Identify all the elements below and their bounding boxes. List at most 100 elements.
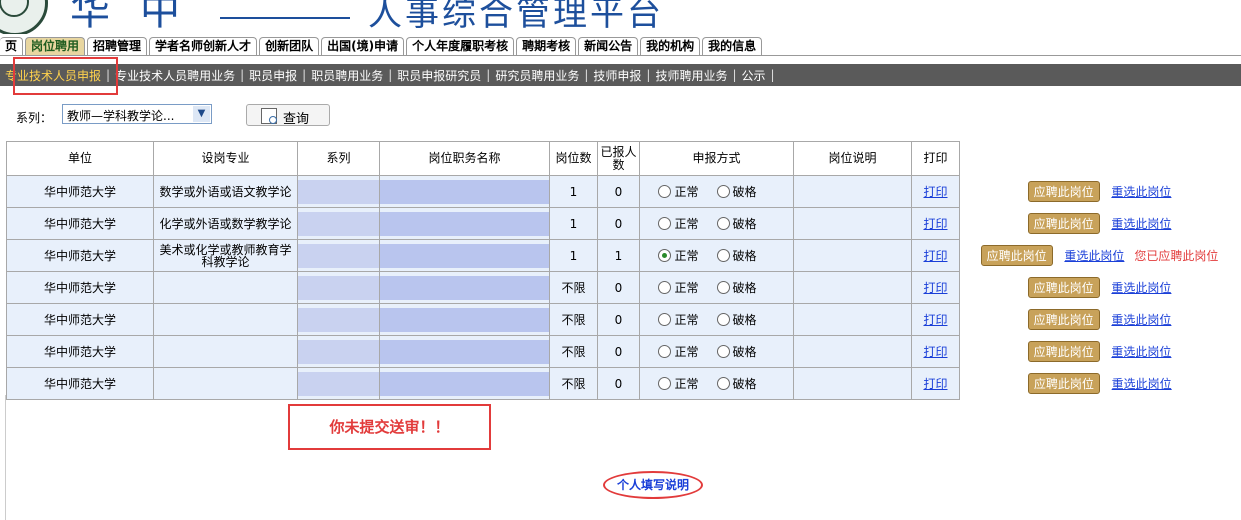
- table-row: 华中师范大学 化学或外语或数学教学论 1 0 正常 破格 打印 应聘此岗位 重选此岗位: [6, 207, 1240, 240]
- cell-series-redacted: [297, 303, 380, 336]
- tab-my-org[interactable]: 我的机构: [640, 37, 701, 55]
- radio-special[interactable]: [716, 217, 730, 230]
- cell-mode: 正常 破格: [639, 239, 794, 272]
- reselect-post-link[interactable]: 重选此岗位: [1112, 377, 1172, 391]
- print-link[interactable]: 打印: [923, 345, 947, 359]
- university-logo-icon: [0, 0, 48, 34]
- cell-count: 1: [549, 239, 598, 272]
- cell-series-redacted: [297, 367, 380, 400]
- print-link[interactable]: 打印: [923, 377, 947, 391]
- header-print: 打印: [911, 141, 960, 176]
- radio-normal-label: 正常: [674, 281, 699, 295]
- post-table: 单位 设岗专业 系列 岗位职务名称 岗位数 已报人数 申报方式 岗位说明 打印 …: [6, 141, 1240, 400]
- tab-my-info[interactable]: 我的信息: [702, 37, 763, 55]
- header-major: 设岗专业: [153, 141, 298, 176]
- tab-job-appointment[interactable]: 岗位聘用: [25, 37, 86, 55]
- subnav-researcher-business[interactable]: 研究员聘用业务: [490, 67, 584, 84]
- radio-normal[interactable]: [658, 217, 672, 230]
- tab-annual-review[interactable]: 个人年度履职考核: [406, 37, 515, 55]
- apply-post-button[interactable]: 应聘此岗位: [1027, 309, 1100, 330]
- radio-normal[interactable]: [658, 185, 672, 198]
- cell-post-redacted[interactable]: [379, 271, 550, 304]
- redacted-block: [380, 307, 549, 332]
- cell-unit: 华中师范大学: [6, 271, 154, 304]
- apply-post-button[interactable]: 应聘此岗位: [1027, 373, 1100, 394]
- radio-special[interactable]: [716, 377, 730, 390]
- radio-normal[interactable]: [658, 249, 672, 262]
- subnav-staff-apply[interactable]: 职员申报: [244, 67, 302, 84]
- tab-talent[interactable]: 学者名师创新人才: [149, 37, 258, 55]
- left-border-line: [5, 395, 6, 520]
- major-text: 美术或化学或教师教育学科教学论: [159, 242, 292, 269]
- radio-special[interactable]: [716, 185, 730, 198]
- radio-special[interactable]: [716, 281, 730, 294]
- cell-series-redacted: [297, 271, 380, 304]
- print-link[interactable]: 打印: [923, 313, 947, 327]
- reselect-post-link[interactable]: 重选此岗位: [1064, 249, 1124, 263]
- cell-mode: 正常 破格: [639, 207, 794, 240]
- cell-desc: [793, 335, 912, 368]
- radio-normal[interactable]: [658, 313, 672, 326]
- cell-post-redacted[interactable]: [379, 175, 550, 208]
- reselect-post-link[interactable]: 重选此岗位: [1111, 185, 1171, 199]
- apply-post-button[interactable]: 应聘此岗位: [1027, 277, 1100, 298]
- redacted-block: [298, 275, 379, 300]
- tab-recruitment[interactable]: 招聘管理: [87, 37, 148, 55]
- cell-post-redacted[interactable]: [379, 303, 550, 336]
- reselect-post-link[interactable]: 重选此岗位: [1111, 281, 1171, 295]
- cell-desc: [793, 271, 912, 304]
- radio-normal-label: 正常: [674, 217, 699, 231]
- redacted-block: [298, 211, 379, 236]
- radio-normal[interactable]: [658, 281, 672, 294]
- print-link[interactable]: 打印: [923, 185, 947, 199]
- redacted-block: [380, 371, 549, 396]
- radio-normal[interactable]: [658, 345, 672, 358]
- personal-fill-instructions-link[interactable]: 个人填写说明: [603, 471, 703, 499]
- subnav-staff-business[interactable]: 职员聘用业务: [306, 67, 388, 84]
- cell-post-redacted[interactable]: [379, 239, 550, 272]
- cell-count: 不限: [549, 335, 598, 368]
- main-nav: 页 岗位聘用 招聘管理 学者名师创新人才 创新团队 出国(境)申请 个人年度履职…: [0, 35, 1241, 56]
- cell-post-redacted[interactable]: [379, 367, 550, 400]
- query-button[interactable]: 查询: [246, 104, 330, 127]
- tab-home[interactable]: 页: [0, 37, 24, 55]
- tab-term-review[interactable]: 聘期考核: [516, 37, 577, 55]
- print-link[interactable]: 打印: [923, 249, 947, 263]
- tab-news[interactable]: 新闻公告: [578, 37, 639, 55]
- reselect-post-link[interactable]: 重选此岗位: [1111, 345, 1171, 359]
- radio-normal[interactable]: [658, 377, 672, 390]
- header-mode: 申报方式: [639, 141, 794, 176]
- cell-post-redacted[interactable]: [379, 207, 550, 240]
- cell-major: [153, 367, 298, 400]
- chevron-down-icon[interactable]: ▼: [193, 106, 210, 122]
- subnav-technician-business[interactable]: 技师聘用业务: [650, 67, 732, 84]
- subnav-tech-business[interactable]: 专业技术人员聘用业务: [110, 67, 240, 84]
- print-link[interactable]: 打印: [923, 217, 947, 231]
- print-link[interactable]: 打印: [923, 281, 947, 295]
- tab-innovation-team[interactable]: 创新团队: [259, 37, 320, 55]
- radio-special[interactable]: [716, 313, 730, 326]
- cell-major: 化学或外语或数学教学论: [153, 207, 298, 240]
- redacted-block: [298, 243, 379, 268]
- series-select[interactable]: 教师—学科教学论... ▼: [62, 104, 212, 124]
- radio-normal-label: 正常: [674, 185, 699, 199]
- apply-post-button[interactable]: 应聘此岗位: [1027, 341, 1100, 362]
- cell-print: 打印: [911, 175, 960, 208]
- cell-post-redacted[interactable]: [379, 335, 550, 368]
- subnav-technician-apply[interactable]: 技师申报: [588, 67, 646, 84]
- table-row: 华中师范大学 不限 0 正常 破格 打印 应聘此岗位 重选此岗位: [6, 367, 1240, 400]
- subnav-publicity[interactable]: 公示: [737, 67, 771, 84]
- cell-print: 打印: [911, 271, 960, 304]
- cell-desc: [793, 175, 912, 208]
- reselect-post-link[interactable]: 重选此岗位: [1111, 217, 1171, 231]
- apply-post-button[interactable]: 应聘此岗位: [1027, 213, 1100, 234]
- apply-post-button[interactable]: 应聘此岗位: [1027, 181, 1100, 202]
- apply-post-button[interactable]: 应聘此岗位: [980, 245, 1053, 266]
- applied-message: 您已应聘此岗位: [1134, 249, 1219, 263]
- tab-overseas[interactable]: 出国(境)申请: [321, 37, 405, 55]
- radio-special[interactable]: [716, 345, 730, 358]
- reselect-post-link[interactable]: 重选此岗位: [1111, 313, 1171, 327]
- subnav-staff-researcher[interactable]: 职员申报研究员: [392, 67, 486, 84]
- radio-special[interactable]: [716, 249, 730, 262]
- cell-series-redacted: [297, 175, 380, 208]
